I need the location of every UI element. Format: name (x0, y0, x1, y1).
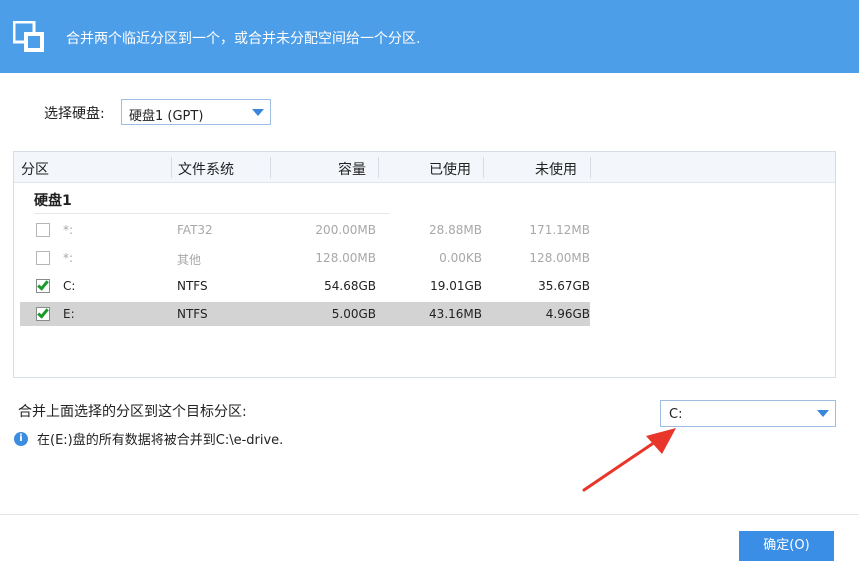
column-divider (378, 157, 379, 178)
partition-name: *: (63, 251, 74, 265)
divider (34, 213, 389, 214)
target-partition-value: C: (669, 407, 683, 422)
chevron-down-icon (252, 109, 264, 116)
partition-free: 35.67GB (538, 279, 590, 293)
partition-name: *: (63, 223, 74, 237)
partition-free: 128.00MB (529, 251, 590, 265)
partition-checkbox[interactable] (36, 306, 50, 321)
table-row[interactable]: C: NTFS 54.68GB 19.01GB 35.67GB (20, 274, 590, 298)
table-row: *: FAT32 200.00MB 28.88MB 171.12MB (20, 218, 590, 242)
partition-capacity: 5.00GB (331, 307, 376, 321)
partition-filesystem: NTFS (177, 307, 208, 321)
partition-used: 19.01GB (430, 279, 482, 293)
column-header-filesystem[interactable]: 文件系统 (178, 159, 234, 179)
info-text: 在(E:)盘的所有数据将被合并到C:\e-drive. (37, 433, 284, 448)
target-partition-dropdown[interactable]: C: (660, 400, 836, 427)
table-header: 分区 文件系统 容量 已使用 未使用 (14, 152, 835, 183)
disk-group-label: 硬盘1 (34, 193, 72, 209)
partition-name: E: (63, 307, 75, 321)
column-header-used[interactable]: 已使用 (429, 159, 471, 179)
partition-used: 0.00KB (439, 251, 482, 265)
column-header-capacity[interactable]: 容量 (338, 159, 366, 179)
partition-checkbox[interactable] (36, 223, 50, 237)
table-row: *: 其他 128.00MB 0.00KB 128.00MB (20, 246, 590, 270)
disk-select-label: 选择硬盘: (44, 106, 105, 122)
dialog-title: 合并两个临近分区到一个，或合并未分配空间给一个分区. (66, 31, 421, 47)
column-divider (483, 157, 484, 178)
column-divider (270, 157, 271, 178)
table-row-selected[interactable]: E: NTFS 5.00GB 43.16MB 4.96GB (20, 302, 590, 326)
column-header-partition[interactable]: 分区 (21, 159, 49, 179)
info-message: i 在(E:)盘的所有数据将被合并到C:\e-drive. (14, 429, 283, 448)
merge-target-label: 合并上面选择的分区到这个目标分区: (18, 404, 247, 420)
partition-free: 4.96GB (545, 307, 590, 321)
column-divider (590, 157, 591, 178)
partition-checkbox[interactable] (36, 278, 50, 293)
divider (0, 514, 859, 515)
partition-checkbox[interactable] (36, 251, 50, 265)
partition-table: 分区 文件系统 容量 已使用 未使用 硬盘1 *: FAT32 200.00MB… (13, 151, 836, 378)
partition-capacity: 54.68GB (324, 279, 376, 293)
chevron-down-icon (817, 410, 829, 417)
partition-filesystem: NTFS (177, 279, 208, 293)
partition-free: 171.12MB (529, 223, 590, 237)
partition-used: 28.88MB (429, 223, 482, 237)
header-bar: 合并两个临近分区到一个，或合并未分配空间给一个分区. (0, 0, 859, 73)
disk-select-dropdown[interactable]: 硬盘1 (GPT) (121, 99, 271, 125)
merge-partition-icon (13, 21, 44, 52)
partition-used: 43.16MB (429, 307, 482, 321)
disk-select-value: 硬盘1 (GPT) (129, 109, 204, 124)
partition-filesystem: FAT32 (177, 223, 213, 237)
partition-capacity: 128.00MB (315, 251, 376, 265)
red-arrow-annotation-icon (582, 428, 676, 492)
partition-capacity: 200.00MB (315, 223, 376, 237)
column-header-free[interactable]: 未使用 (535, 159, 577, 179)
checkmark-icon (37, 278, 49, 291)
info-icon: i (14, 431, 28, 446)
partition-name: C: (63, 279, 76, 293)
column-divider (171, 157, 172, 178)
checkmark-icon (37, 306, 49, 319)
partition-filesystem: 其他 (177, 253, 202, 267)
ok-button[interactable]: 确定(O) (739, 531, 834, 561)
